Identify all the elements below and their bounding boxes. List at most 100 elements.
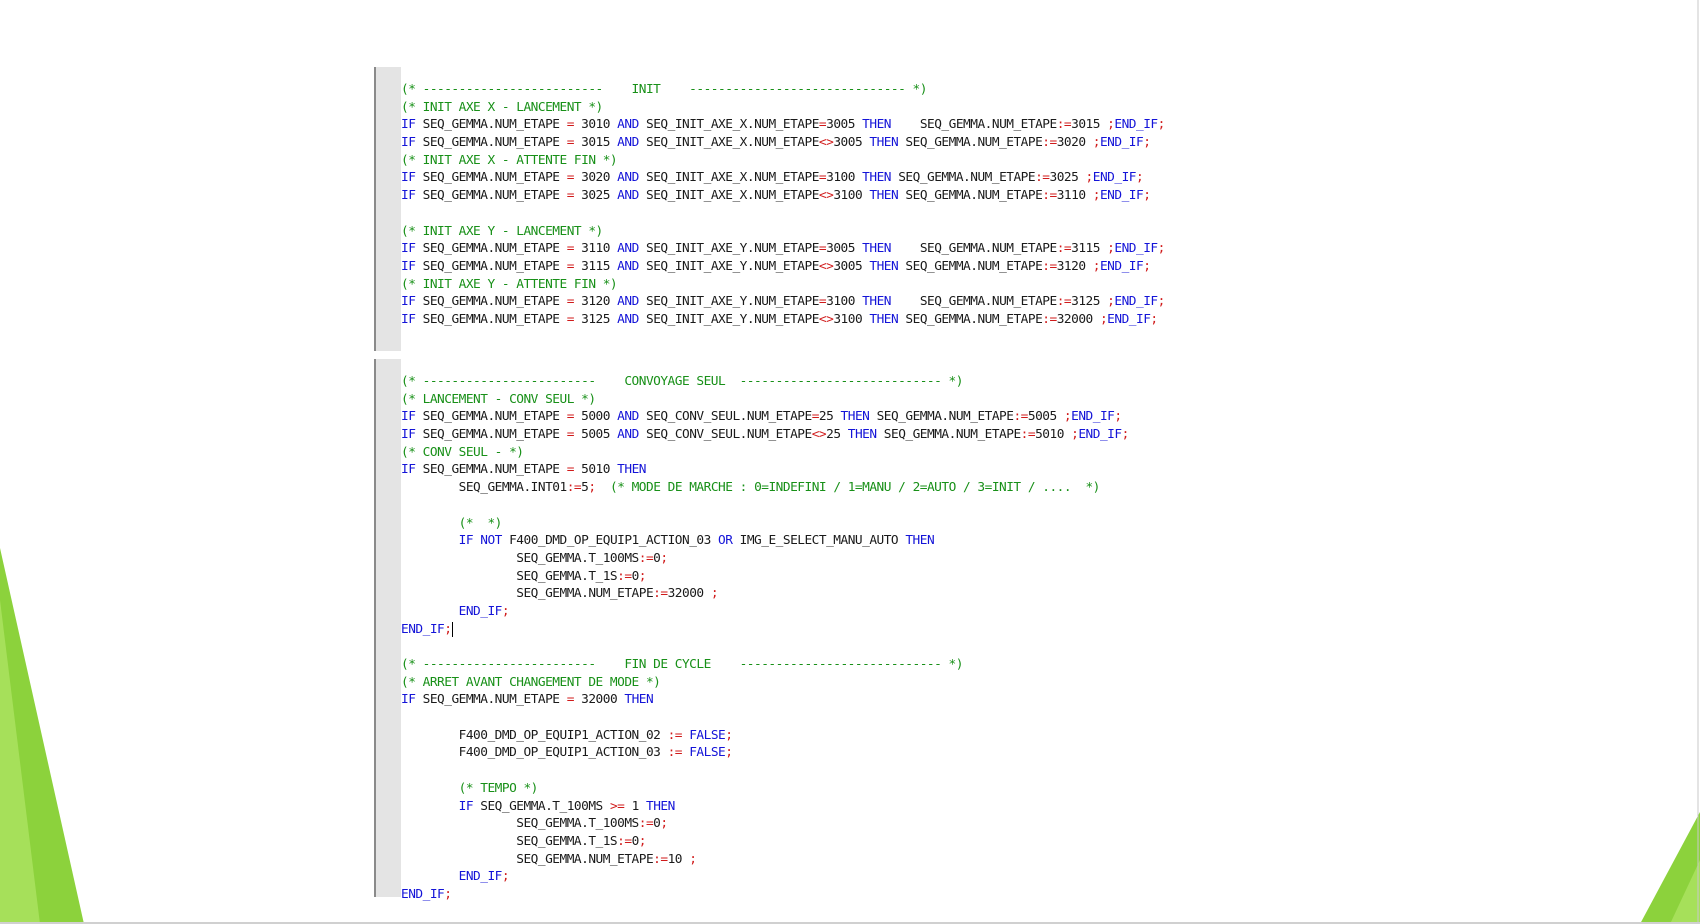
code-line[interactable]: IF NOT F400_DMD_OP_EQUIP1_ACTION_03 OR I… <box>401 532 1129 550</box>
code-comment: (* ------------------------- INIT ------… <box>401 82 927 97</box>
code-line[interactable]: SEQ_GEMMA.T_1S:=0; <box>401 568 1129 586</box>
code-line[interactable]: IF SEQ_GEMMA.NUM_ETAPE = 3010 AND SEQ_IN… <box>401 116 1165 134</box>
code-editor-init[interactable]: (* ------------------------- INIT ------… <box>374 67 1314 351</box>
code-line[interactable]: END_IF; <box>401 886 1129 904</box>
code-keyword: AND <box>617 188 639 204</box>
code-line[interactable]: IF SEQ_GEMMA.NUM_ETAPE = 3125 AND SEQ_IN… <box>401 311 1165 329</box>
code-line[interactable]: SEQ_GEMMA.T_1S:=0; <box>401 833 1129 851</box>
code-operator: = <box>566 135 575 151</box>
code-line[interactable]: IF SEQ_GEMMA.NUM_ETAPE = 5000 AND SEQ_CO… <box>401 408 1129 426</box>
code-line[interactable] <box>401 709 1129 727</box>
code-line[interactable]: IF SEQ_GEMMA.NUM_ETAPE = 3015 AND SEQ_IN… <box>401 134 1165 152</box>
code-keyword: IF <box>401 311 416 327</box>
code-operator: = <box>566 188 575 204</box>
code-text: 32000 <box>573 692 625 708</box>
code-line[interactable]: (* ARRET AVANT CHANGEMENT DE MODE *) <box>401 674 1129 692</box>
code-keyword: IF <box>401 117 416 133</box>
code-line[interactable]: SEQ_GEMMA.INT01:=5; (* MODE DE MARCHE : … <box>401 479 1129 497</box>
code-comment: (* ------------------------ CONVOYAGE SE… <box>401 374 963 389</box>
code-keyword: END_IF <box>1071 409 1115 425</box>
code-operator: = <box>566 241 575 257</box>
code-line[interactable]: END_IF; <box>401 621 1129 639</box>
code-keyword: IF <box>458 798 474 814</box>
code-operator: := <box>1035 170 1050 186</box>
code-operator: ; <box>1157 294 1166 310</box>
code-line[interactable]: SEQ_GEMMA.T_100MS:=0; <box>401 550 1129 568</box>
code-operator: := <box>1042 188 1057 204</box>
code-line[interactable]: (* LANCEMENT - CONV SEUL *) <box>401 391 1129 409</box>
code-line[interactable]: SEQ_GEMMA.NUM_ETAPE:=10 ; <box>401 851 1129 869</box>
code-text: SEQ_GEMMA.NUM_ETAPE <box>401 851 654 867</box>
code-keyword: THEN <box>646 798 675 814</box>
code-line[interactable]: IF SEQ_GEMMA.NUM_ETAPE = 3025 AND SEQ_IN… <box>401 187 1165 205</box>
code-operator: ; <box>1085 170 1094 186</box>
code-text: 3005 <box>826 241 863 257</box>
code-operator: := <box>653 851 668 867</box>
code-line[interactable]: (* TEMPO *) <box>401 780 1129 798</box>
code-line[interactable]: IF SEQ_GEMMA.NUM_ETAPE = 3115 AND SEQ_IN… <box>401 258 1165 276</box>
code-keyword: END_IF <box>1114 117 1158 133</box>
code-operator: := <box>1056 241 1072 257</box>
code-text: 5010 <box>1035 427 1072 443</box>
code-editor-convoyage[interactable]: (* ------------------------ CONVOYAGE SE… <box>374 359 1314 902</box>
code-operator: ; <box>725 727 733 743</box>
code-line[interactable]: (* INIT AXE Y - ATTENTE FIN *) <box>401 276 1165 294</box>
code-line[interactable]: IF SEQ_GEMMA.NUM_ETAPE = 5005 AND SEQ_CO… <box>401 426 1129 444</box>
code-keyword: END_IF <box>1099 258 1144 274</box>
code-keyword: IF <box>401 135 416 151</box>
code-line[interactable]: END_IF; <box>401 868 1129 886</box>
code-operator: ; <box>1114 409 1122 425</box>
code-line[interactable]: (* ------------------------ CONVOYAGE SE… <box>401 373 1129 391</box>
code-comment: (* *) <box>458 515 503 531</box>
code-keyword: OR <box>718 533 733 549</box>
code-keyword: THEN <box>862 117 891 133</box>
code-keyword: END_IF <box>1078 427 1122 443</box>
code-text: 3025 <box>1049 170 1086 186</box>
code-text: 10 <box>667 851 690 867</box>
editor-gutter <box>374 359 401 897</box>
code-keyword: IF <box>401 258 416 274</box>
code-comment: (* ARRET AVANT CHANGEMENT DE MODE *) <box>401 674 661 690</box>
code-line[interactable]: END_IF; <box>401 603 1129 621</box>
code-line[interactable] <box>401 205 1165 223</box>
code-line[interactable] <box>401 762 1129 780</box>
code-line[interactable] <box>401 497 1129 515</box>
code-text: SEQ_GEMMA.NUM_ETAPE <box>415 427 567 443</box>
code-keyword: AND <box>617 117 639 133</box>
code-operator: ; <box>588 480 596 496</box>
code-comment: (* MODE DE MARCHE : 0=INDEFINI / 1=MANU … <box>609 480 1100 496</box>
code-keyword: IF <box>401 462 416 478</box>
code-lines[interactable]: (* ------------------------- INIT ------… <box>401 81 1165 329</box>
code-line[interactable]: IF SEQ_GEMMA.T_100MS >= 1 THEN <box>401 798 1129 816</box>
code-line[interactable]: F400_DMD_OP_EQUIP1_ACTION_02 := FALSE; <box>401 727 1129 745</box>
code-line[interactable]: (* INIT AXE X - ATTENTE FIN *) <box>401 152 1165 170</box>
code-line[interactable]: (* *) <box>401 515 1129 533</box>
code-line[interactable] <box>401 638 1129 656</box>
code-line[interactable]: IF SEQ_GEMMA.NUM_ETAPE = 3120 AND SEQ_IN… <box>401 293 1165 311</box>
code-line[interactable]: (* INIT AXE X - LANCEMENT *) <box>401 99 1165 117</box>
code-line[interactable]: (* INIT AXE Y - LANCEMENT *) <box>401 223 1165 241</box>
code-operator: ; <box>1143 135 1151 151</box>
code-text: 3015 <box>1071 117 1108 133</box>
code-lines[interactable]: (* ------------------------ CONVOYAGE SE… <box>401 373 1129 904</box>
code-line[interactable]: SEQ_GEMMA.NUM_ETAPE:=32000 ; <box>401 585 1129 603</box>
code-operator: := <box>1020 427 1036 443</box>
code-keyword: AND <box>617 241 639 257</box>
code-keyword: AND <box>617 294 639 310</box>
code-line[interactable]: (* CONV SEUL - *) <box>401 444 1129 462</box>
code-line[interactable]: SEQ_GEMMA.T_100MS:=0; <box>401 815 1129 833</box>
code-operator: := <box>1042 135 1057 151</box>
code-line[interactable]: IF SEQ_GEMMA.NUM_ETAPE = 3020 AND SEQ_IN… <box>401 169 1165 187</box>
code-keyword: AND <box>617 258 639 274</box>
code-line[interactable]: (* ------------------------ FIN DE CYCLE… <box>401 656 1129 674</box>
code-line[interactable]: IF SEQ_GEMMA.NUM_ETAPE = 32000 THEN <box>401 691 1129 709</box>
code-text: SEQ_INIT_AXE_X.NUM_ETAPE <box>638 188 819 204</box>
code-line[interactable]: IF SEQ_GEMMA.NUM_ETAPE = 3110 AND SEQ_IN… <box>401 240 1165 258</box>
code-keyword: IF NOT <box>458 533 503 549</box>
code-operator: <> <box>818 311 834 327</box>
code-line[interactable]: (* ------------------------- INIT ------… <box>401 81 1165 99</box>
code-line[interactable]: IF SEQ_GEMMA.NUM_ETAPE = 5010 THEN <box>401 461 1129 479</box>
code-comment: (* CONV SEUL - *) <box>401 444 524 460</box>
code-line[interactable]: F400_DMD_OP_EQUIP1_ACTION_03 := FALSE; <box>401 744 1129 762</box>
